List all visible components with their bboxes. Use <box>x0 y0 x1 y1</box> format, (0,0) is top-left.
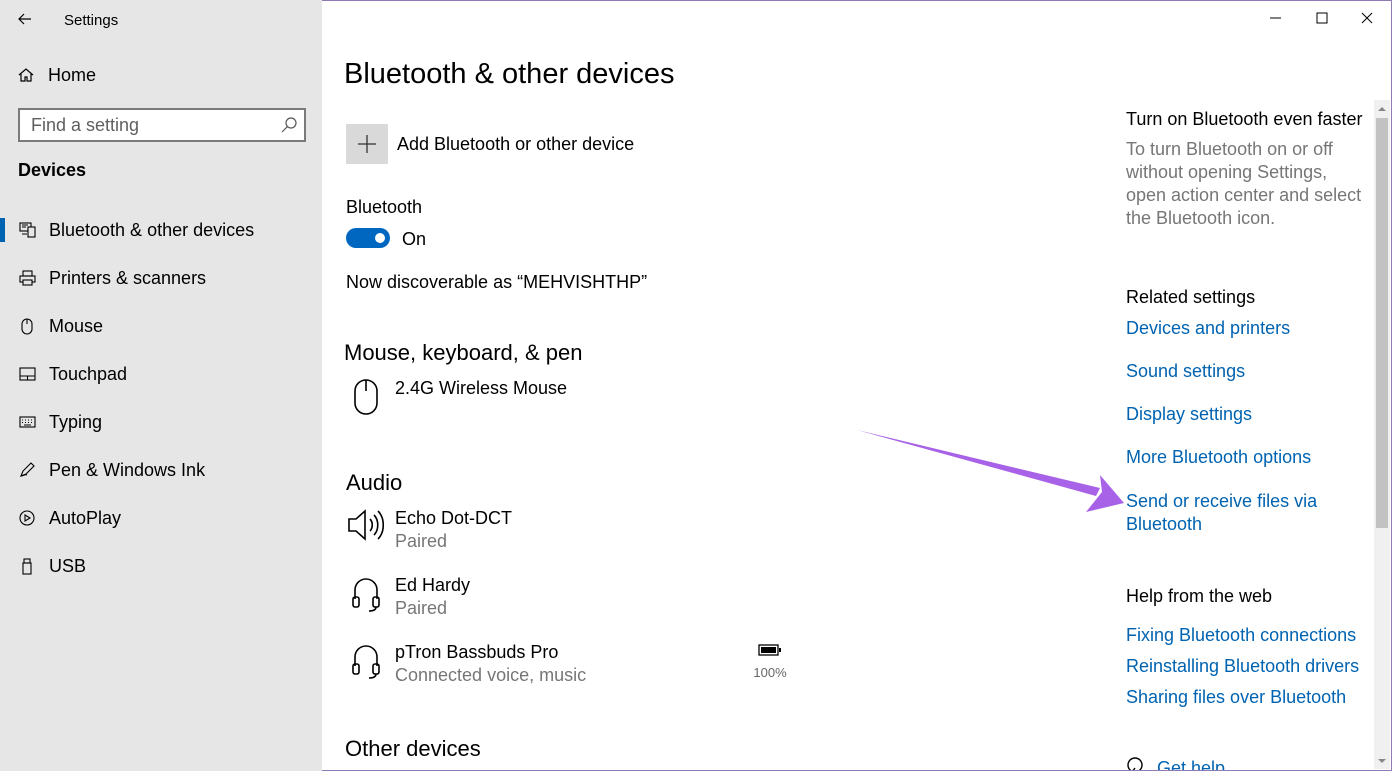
help-icon <box>1127 757 1143 770</box>
sidebar-item-label: Printers & scanners <box>49 267 207 288</box>
sidebar-item-touchpad[interactable]: Touchpad <box>0 350 322 398</box>
device-name: 2.4G Wireless Mouse <box>395 378 568 398</box>
sidebar-item-label: AutoPlay <box>49 507 122 528</box>
headphones-icon <box>346 575 386 615</box>
app-title: Settings <box>64 12 119 29</box>
minimize-button[interactable] <box>1253 4 1299 32</box>
sidebar-item-label: Mouse <box>49 315 104 336</box>
maximize-button[interactable] <box>1299 4 1345 32</box>
link-send-receive-files[interactable]: Send or receive files via Bluetooth <box>1126 490 1326 536</box>
chevron-down-icon <box>1378 758 1386 763</box>
speaker-icon <box>346 508 386 548</box>
mouse-icon <box>346 378 386 418</box>
device-status: Paired <box>395 598 448 618</box>
back-button[interactable] <box>10 6 40 32</box>
search-icon[interactable] <box>280 116 298 134</box>
scrollbar[interactable] <box>1374 100 1390 769</box>
device-item[interactable]: Echo Dot-DCT Paired <box>346 508 512 552</box>
minimize-icon <box>1270 17 1281 19</box>
home-label: Home <box>48 64 97 85</box>
device-name: Echo Dot-DCT <box>395 508 513 528</box>
chevron-up-icon <box>1378 106 1386 111</box>
plus-icon <box>358 135 376 153</box>
device-item[interactable]: Ed Hardy Paired <box>346 575 470 619</box>
pen-icon <box>18 461 36 479</box>
touchpad-icon <box>18 365 36 383</box>
sidebar-nav: Bluetooth & other devices Printers & sca… <box>0 206 322 590</box>
close-icon <box>1361 12 1373 24</box>
scroll-up-button[interactable] <box>1374 100 1390 116</box>
link-devices-and-printers[interactable]: Devices and printers <box>1126 318 1290 339</box>
close-button[interactable] <box>1344 4 1390 32</box>
search-box <box>18 108 306 142</box>
maximize-icon <box>1316 12 1328 24</box>
device-item[interactable]: 2.4G Wireless Mouse <box>346 378 567 418</box>
audio-heading: Audio <box>346 470 403 495</box>
usb-icon <box>18 557 36 575</box>
bluetooth-label: Bluetooth <box>346 197 423 217</box>
keyboard-icon <box>18 413 36 431</box>
sidebar-item-pen[interactable]: Pen & Windows Ink <box>0 446 322 494</box>
back-arrow-icon <box>18 13 31 25</box>
other-devices-heading: Other devices <box>345 736 481 761</box>
home-nav-item[interactable]: Home <box>18 62 96 88</box>
device-text: 2.4G Wireless Mouse <box>395 378 567 418</box>
sidebar-item-label: USB <box>49 555 87 576</box>
sidebar: Settings Home Devices Bluetooth & other … <box>0 0 322 771</box>
get-help-link[interactable]: Get help <box>1157 758 1225 770</box>
link-sharing-files[interactable]: Sharing files over Bluetooth <box>1126 687 1346 708</box>
device-status: Connected voice, music <box>395 665 587 685</box>
sidebar-item-autoplay[interactable]: AutoPlay <box>0 494 322 542</box>
mouse-keyboard-pen-heading: Mouse, keyboard, & pen <box>344 340 583 365</box>
battery-indicator: 100% <box>752 643 788 680</box>
sidebar-item-label: Bluetooth & other devices <box>49 219 255 240</box>
link-more-bluetooth-options[interactable]: More Bluetooth options <box>1126 447 1311 468</box>
sidebar-item-usb[interactable]: USB <box>0 542 322 590</box>
bluetooth-devices-icon <box>18 221 36 239</box>
sidebar-item-bluetooth[interactable]: Bluetooth & other devices <box>0 206 322 254</box>
add-device-button[interactable]: Add Bluetooth or other device <box>346 124 634 164</box>
bluetooth-state: On <box>402 229 427 249</box>
link-display-settings[interactable]: Display settings <box>1126 404 1252 425</box>
device-name: pTron Bassbuds Pro <box>395 642 559 662</box>
device-text: Ed Hardy Paired <box>395 575 470 619</box>
sidebar-item-label: Touchpad <box>49 363 128 384</box>
section-title: Devices <box>18 160 87 180</box>
bluetooth-toggle[interactable] <box>346 228 390 248</box>
home-icon <box>18 68 34 82</box>
autoplay-icon <box>18 509 36 527</box>
link-fixing-bluetooth[interactable]: Fixing Bluetooth connections <box>1126 625 1356 646</box>
link-reinstalling-drivers[interactable]: Reinstalling Bluetooth drivers <box>1126 656 1359 677</box>
scroll-thumb[interactable] <box>1376 118 1388 528</box>
page-title: Bluetooth & other devices <box>344 58 675 90</box>
sidebar-item-typing[interactable]: Typing <box>0 398 322 446</box>
battery-icon <box>758 644 781 656</box>
mouse-icon <box>18 317 36 335</box>
related-settings-title: Related settings <box>1126 287 1256 307</box>
add-device-label: Add Bluetooth or other device <box>397 133 635 154</box>
printer-icon <box>18 269 36 287</box>
headphones-icon <box>346 642 386 682</box>
scroll-down-button[interactable] <box>1374 753 1390 769</box>
battery-percent: 100% <box>753 665 787 680</box>
discoverable-text: Now discoverable as “MEHVISHTHP” <box>346 272 648 292</box>
device-item[interactable]: pTron Bassbuds Pro Connected voice, musi… <box>346 642 586 686</box>
device-name: Ed Hardy <box>395 575 471 595</box>
device-text: pTron Bassbuds Pro Connected voice, musi… <box>395 642 586 686</box>
sidebar-item-printers[interactable]: Printers & scanners <box>0 254 322 302</box>
help-from-web-title: Help from the web <box>1126 586 1273 606</box>
tip-title: Turn on Bluetooth even faster <box>1126 109 1363 129</box>
sidebar-item-mouse[interactable]: Mouse <box>0 302 322 350</box>
sidebar-item-label: Pen & Windows Ink <box>49 459 206 480</box>
sidebar-item-label: Typing <box>49 411 103 432</box>
toggle-knob <box>375 233 385 243</box>
tip-text: To turn Bluetooth on or off without open… <box>1126 139 1362 228</box>
device-text: Echo Dot-DCT Paired <box>395 508 512 552</box>
device-status: Paired <box>395 531 448 551</box>
get-help-row[interactable]: Get help <box>1126 756 1225 770</box>
link-sound-settings[interactable]: Sound settings <box>1126 361 1245 382</box>
search-input[interactable] <box>20 110 270 140</box>
add-box <box>346 124 388 164</box>
